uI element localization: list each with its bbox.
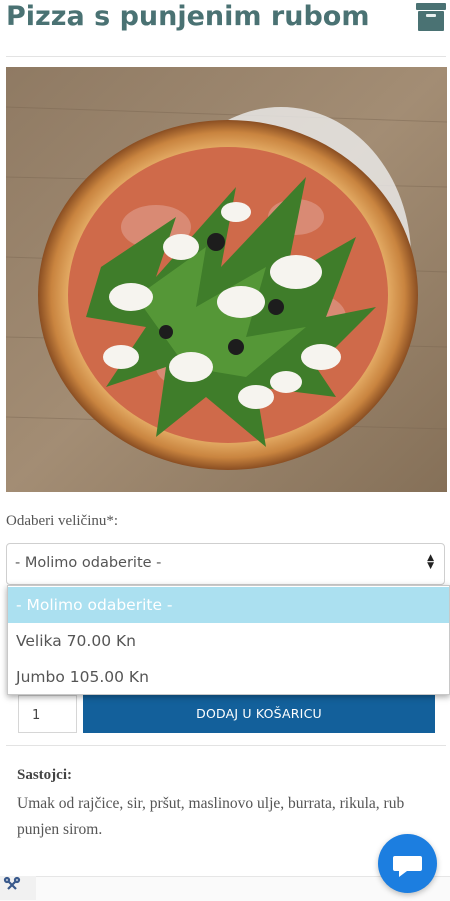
size-dropdown-list[interactable]: - Molimo odaberite - Velika 70.00 Kn Jum…	[7, 585, 450, 695]
chat-icon	[393, 856, 422, 877]
product-image	[6, 67, 447, 492]
joomla-icon[interactable]	[0, 876, 36, 900]
ingredients-text: Umak od rajčice, sir, pršut, maslinovo u…	[17, 795, 405, 838]
section-divider	[6, 745, 446, 746]
size-select[interactable]: - Molimo odaberite - ▲ ▼	[6, 543, 445, 585]
cart-icon[interactable]	[415, 2, 447, 32]
chat-button[interactable]	[378, 834, 437, 893]
chevron-updown-icon: ▲ ▼	[427, 553, 434, 571]
header-divider	[6, 56, 446, 57]
size-select-value: - Molimo odaberite -	[15, 555, 162, 571]
size-option[interactable]: Velika 70.00 Kn	[8, 623, 449, 659]
add-to-cart-button[interactable]: DODAJ U KOŠARICU	[83, 695, 435, 733]
size-option[interactable]: Jumbo 105.00 Kn	[8, 659, 449, 695]
quantity-input[interactable]: 1	[18, 695, 77, 733]
size-option[interactable]: - Molimo odaberite -	[8, 587, 449, 623]
ingredients-title: Sastojci:	[17, 767, 72, 783]
size-label: Odaberi veličinu*:	[6, 513, 119, 529]
page-title: Pizza s punjenim rubom	[6, 1, 370, 32]
